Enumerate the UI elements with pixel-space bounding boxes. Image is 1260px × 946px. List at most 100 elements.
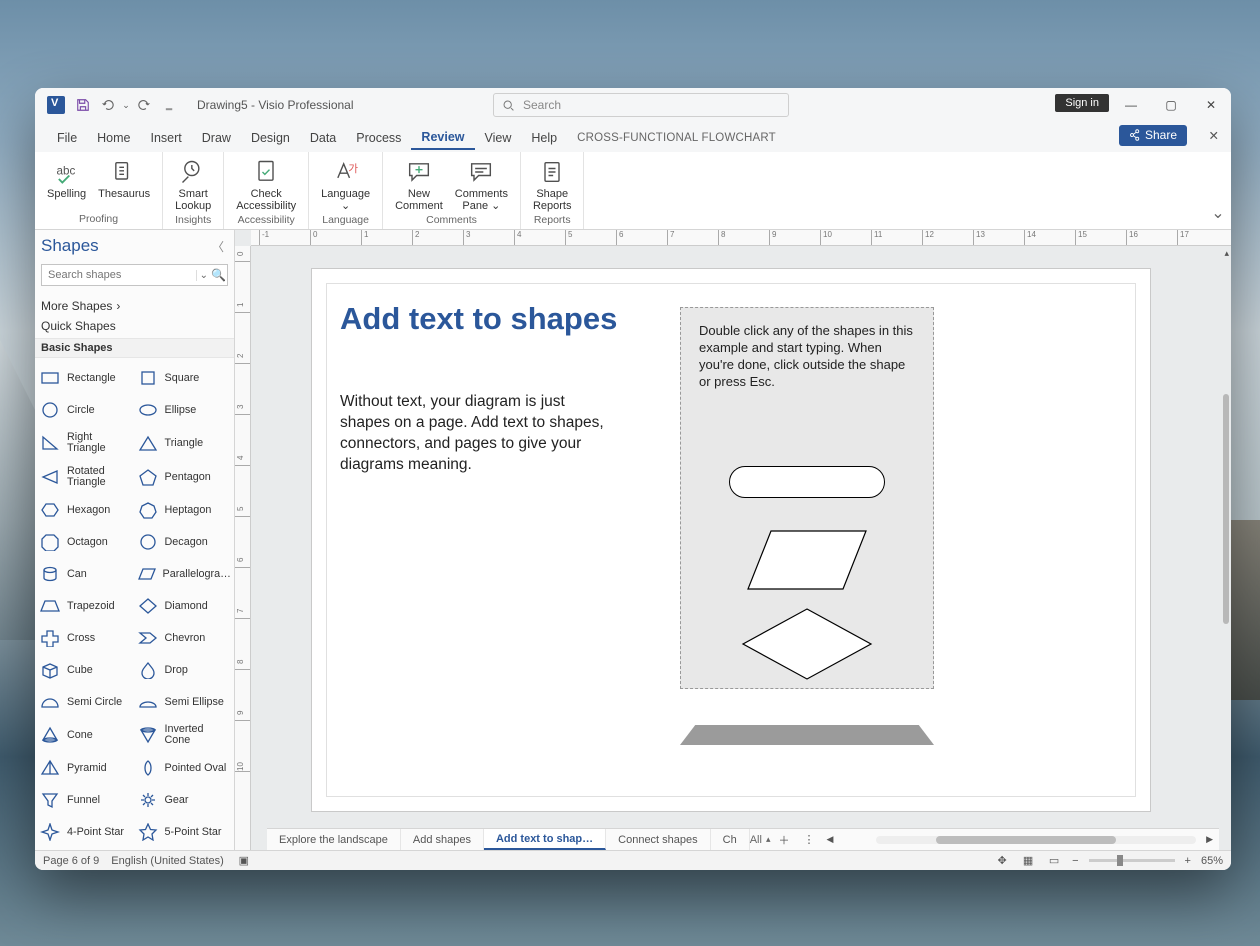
- tab-process[interactable]: Process: [346, 125, 411, 149]
- shape-pentagon[interactable]: Pentagon: [135, 460, 233, 494]
- tab-home[interactable]: Home: [87, 125, 140, 149]
- check-accessibility-button[interactable]: Check Accessibility: [230, 156, 302, 212]
- macro-record-icon[interactable]: ▣: [236, 853, 252, 869]
- canvas-viewport[interactable]: Add text to shapes Without text, your di…: [251, 246, 1231, 850]
- quick-shapes-link[interactable]: Quick Shapes: [41, 316, 228, 336]
- tab-insert[interactable]: Insert: [141, 125, 192, 149]
- shape-semi-circle[interactable]: Semi Circle: [37, 686, 135, 718]
- shape-inverted-cone[interactable]: InvertedCone: [135, 718, 233, 752]
- shape-5-point-star[interactable]: 5-Point Star: [135, 816, 233, 848]
- zoom-out-button[interactable]: −: [1072, 855, 1078, 867]
- shape-heptagon[interactable]: Heptagon: [135, 494, 233, 526]
- shape-rectangle[interactable]: Rectangle: [37, 362, 135, 394]
- zoom-in-button[interactable]: +: [1185, 855, 1191, 867]
- smart-lookup-button[interactable]: Smart Lookup: [169, 156, 217, 212]
- pan-zoom-button[interactable]: ✥: [994, 853, 1010, 869]
- shape-trapezoid[interactable]: Trapezoid: [37, 590, 135, 622]
- tab-review[interactable]: Review: [411, 124, 474, 150]
- tab-file[interactable]: File: [47, 125, 87, 149]
- redo-button[interactable]: [135, 95, 155, 115]
- rounded-rectangle-shape[interactable]: [729, 466, 885, 498]
- maximize-button[interactable]: ▢: [1151, 88, 1191, 122]
- close-tab-button[interactable]: ✕: [1209, 128, 1219, 143]
- shapes-search-input[interactable]: [42, 269, 196, 281]
- zoom-slider[interactable]: [1089, 859, 1175, 862]
- language-button[interactable]: 가Language ⌄: [315, 156, 376, 212]
- shape-pointed-oval[interactable]: Pointed Oval: [135, 752, 233, 784]
- page-tab-4[interactable]: Ch: [711, 829, 750, 850]
- shape-gear[interactable]: Gear: [135, 784, 233, 816]
- shape-icon: [137, 400, 159, 420]
- more-shapes-link[interactable]: More Shapes›: [41, 296, 228, 316]
- shape-parallelogra-[interactable]: Parallelogra…: [135, 558, 233, 590]
- shape-diamond[interactable]: Diamond: [135, 590, 233, 622]
- qat-customize[interactable]: ‗: [159, 95, 179, 115]
- undo-button[interactable]: [97, 95, 117, 115]
- undo-dropdown[interactable]: ⌄: [121, 95, 131, 115]
- tab-help[interactable]: Help: [521, 125, 567, 149]
- vertical-scrollbar[interactable]: ▴: [1219, 246, 1229, 848]
- tab-design[interactable]: Design: [241, 125, 300, 149]
- thesaurus-button[interactable]: Thesaurus: [92, 156, 156, 211]
- shapes-pane-collapse[interactable]: 〈: [212, 238, 224, 255]
- shape-cone[interactable]: Cone: [37, 718, 135, 752]
- share-button[interactable]: Share: [1119, 125, 1187, 146]
- spelling-button[interactable]: abcSpelling: [41, 156, 92, 211]
- drawing-page[interactable]: Add text to shapes Without text, your di…: [311, 268, 1151, 812]
- shape-rotated-triangle[interactable]: RotatedTriangle: [37, 460, 135, 494]
- diamond-shape[interactable]: [742, 608, 872, 680]
- shape-can[interactable]: Can: [37, 558, 135, 590]
- shape-cube[interactable]: Cube: [37, 654, 135, 686]
- page-tab-3[interactable]: Connect shapes: [606, 829, 711, 850]
- shape-decagon[interactable]: Decagon: [135, 526, 233, 558]
- basic-shapes-category[interactable]: Basic Shapes: [35, 338, 234, 358]
- tab-cross-functional[interactable]: CROSS-FUNCTIONAL FLOWCHART: [567, 126, 786, 148]
- shapes-search-dropdown[interactable]: ⌄: [196, 270, 211, 281]
- tab-view[interactable]: View: [475, 125, 522, 149]
- page-tab-1[interactable]: Add shapes: [401, 829, 484, 850]
- scroll-right-button[interactable]: ▶: [1206, 834, 1213, 845]
- new-comment-button[interactable]: New Comment: [389, 156, 449, 212]
- shape-drop[interactable]: Drop: [135, 654, 233, 686]
- shape-funnel[interactable]: Funnel: [37, 784, 135, 816]
- page-tab-0[interactable]: Explore the landscape: [267, 829, 401, 850]
- new-page-button[interactable]: ＋: [770, 832, 797, 848]
- shape-pyramid[interactable]: Pyramid: [37, 752, 135, 784]
- parallelogram-shape[interactable]: [747, 530, 867, 590]
- collapse-ribbon-button[interactable]: ⌄: [1205, 152, 1231, 229]
- shape-square[interactable]: Square: [135, 362, 233, 394]
- minimize-button[interactable]: —: [1111, 88, 1151, 122]
- shape-hexagon[interactable]: Hexagon: [37, 494, 135, 526]
- zoom-level[interactable]: 65%: [1201, 855, 1223, 867]
- save-button[interactable]: [73, 95, 93, 115]
- search-box[interactable]: Search: [493, 93, 789, 117]
- scroll-up-icon[interactable]: ▴: [1224, 248, 1229, 259]
- shape-4-point-star[interactable]: 4-Point Star: [37, 816, 135, 848]
- presentation-button[interactable]: ▭: [1046, 853, 1062, 869]
- shapes-search-go[interactable]: 🔍: [211, 268, 227, 282]
- page-indicator[interactable]: Page 6 of 9: [43, 855, 99, 867]
- shape-octagon[interactable]: Octagon: [37, 526, 135, 558]
- tab-data[interactable]: Data: [300, 125, 346, 149]
- signin-button[interactable]: Sign in: [1055, 94, 1109, 112]
- shape-reports-button[interactable]: Shape Reports: [527, 156, 578, 212]
- all-pages-button[interactable]: All▴: [750, 834, 771, 846]
- horizontal-scrollbar[interactable]: [876, 836, 1196, 844]
- fit-page-button[interactable]: ▦: [1020, 853, 1036, 869]
- shape-triangle[interactable]: Triangle: [135, 426, 233, 460]
- shape-cross[interactable]: Cross: [37, 622, 135, 654]
- close-button[interactable]: ✕: [1191, 88, 1231, 122]
- shape-chevron[interactable]: Chevron: [135, 622, 233, 654]
- shape-right-triangle[interactable]: RightTriangle: [37, 426, 135, 460]
- language-indicator[interactable]: English (United States): [111, 855, 224, 867]
- shape-ellipse[interactable]: Ellipse: [135, 394, 233, 426]
- page-tab-menu[interactable]: ⋮: [797, 833, 820, 846]
- scroll-left-button[interactable]: ◀: [820, 834, 839, 845]
- comments-pane-button[interactable]: Comments Pane ⌄: [449, 156, 514, 212]
- page-tab-2[interactable]: Add text to shap…: [484, 829, 606, 850]
- shape-icon: [39, 790, 61, 810]
- shape-circle[interactable]: Circle: [37, 394, 135, 426]
- tab-draw[interactable]: Draw: [192, 125, 241, 149]
- shape-semi-ellipse[interactable]: Semi Ellipse: [135, 686, 233, 718]
- shapes-search[interactable]: ⌄ 🔍: [41, 264, 228, 286]
